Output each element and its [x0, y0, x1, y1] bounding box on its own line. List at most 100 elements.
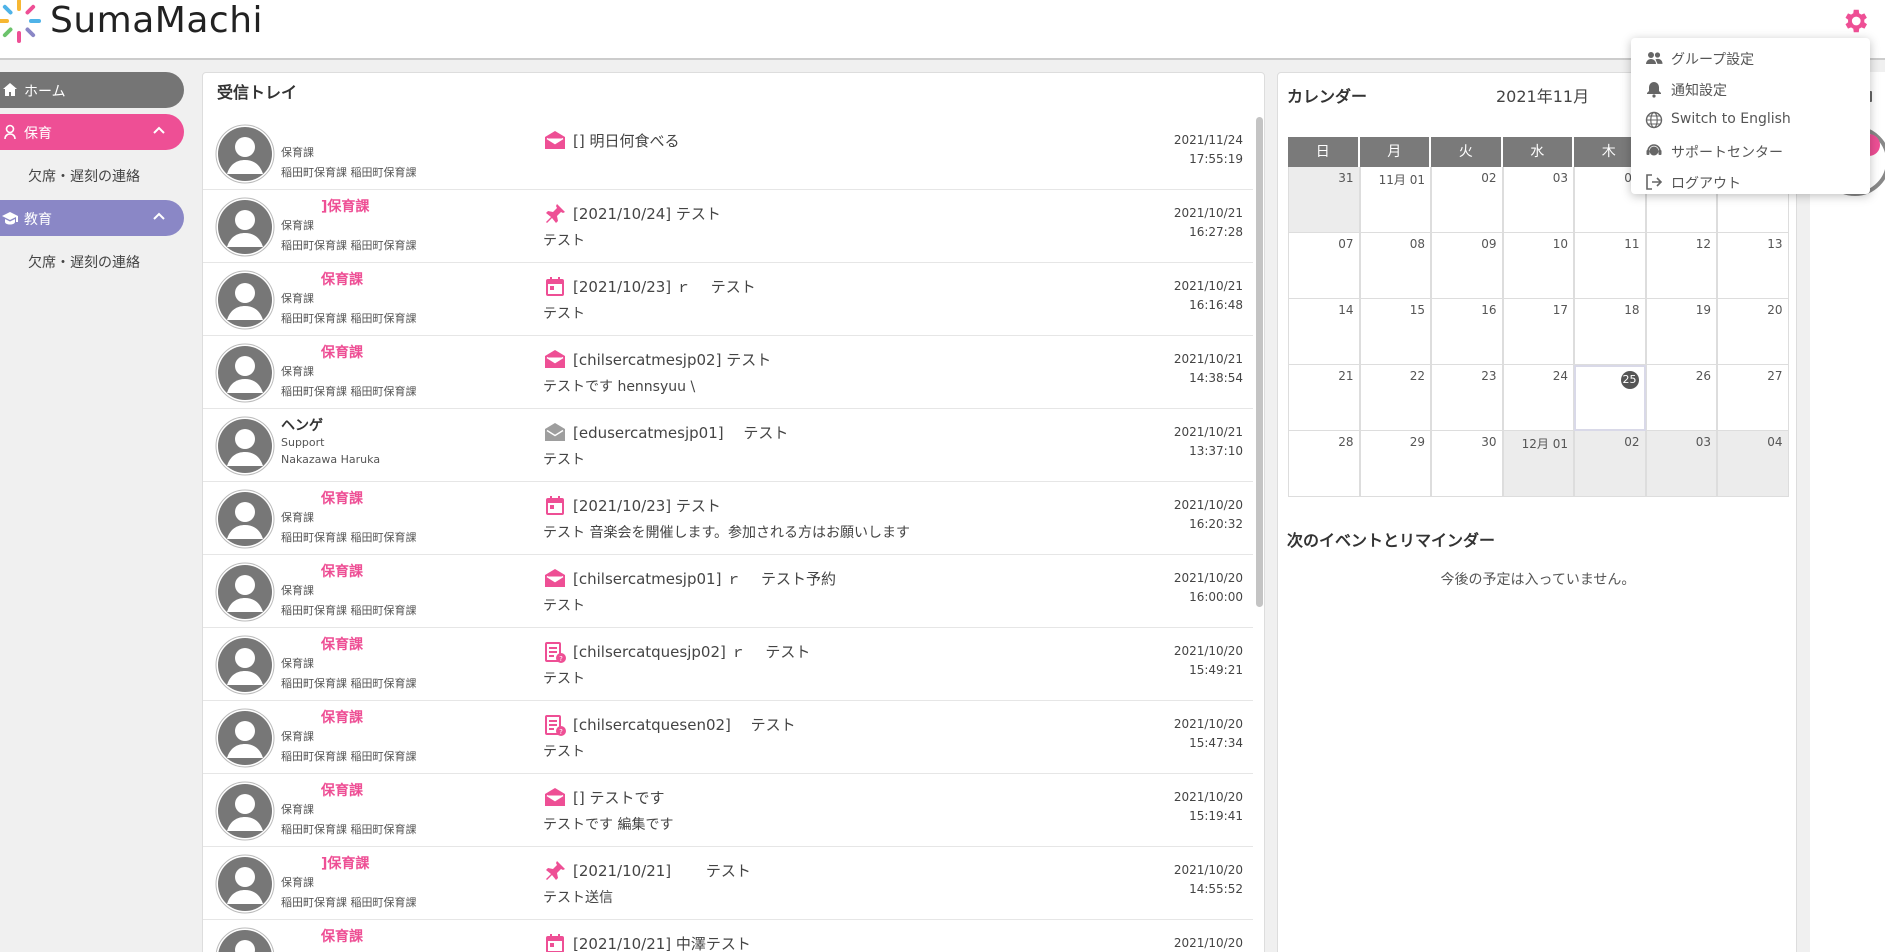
message-row[interactable]: 保育課 保育課 稲田町保育課 稲田町保育課? [chilsercatquesen02]… [203, 701, 1253, 774]
message-preview: テストです 編集です [543, 817, 674, 833]
calendar-day[interactable]: 26 [1645, 365, 1717, 431]
menu-item-support[interactable]: サポートセンター [1631, 135, 1870, 166]
envelope-open-gray-icon [543, 421, 567, 445]
calendar-day[interactable]: 17 [1502, 299, 1574, 365]
message-row[interactable]: 保育課 保育課 稲田町保育課 稲田町保育課 [] テストです テストです 編集です 202… [203, 774, 1253, 847]
calendar-day[interactable]: 11 [1574, 233, 1646, 299]
sender-name [281, 123, 491, 141]
calendar-day[interactable]: 29 [1359, 431, 1431, 497]
sidebar-item-label: ホーム [24, 84, 66, 100]
calendar-day[interactable]: 30 [1431, 431, 1503, 497]
calendar-day[interactable]: 23 [1431, 365, 1503, 431]
calendar-day[interactable]: 04 [1717, 431, 1789, 497]
today-marker: 25 [1620, 371, 1639, 389]
sidebar-item-kyoiku[interactable]: 教育 [0, 200, 184, 236]
message-date: 2021/10/20 [1173, 790, 1243, 804]
calendar-day[interactable]: 03 [1502, 167, 1574, 233]
sender-organization: Nakazawa Haruka [281, 453, 381, 466]
message-time: 16:27:28 [1189, 225, 1243, 239]
calendar-month: 2021年11月 [1496, 87, 1590, 106]
menu-item-bell[interactable]: 通知設定 [1631, 73, 1870, 104]
calendar-day[interactable]: 24 [1502, 365, 1574, 431]
sender-name: 保育課 [321, 491, 363, 507]
calendar-day[interactable]: 22 [1359, 365, 1431, 431]
calendar-day[interactable]: 11月 01 [1359, 167, 1431, 233]
calendar-day[interactable]: 31 [1288, 167, 1360, 233]
sender-name: 保育課 [321, 637, 363, 653]
sidebar-item-hoiku[interactable]: 保育 [0, 114, 184, 150]
calendar-weekday: 火 [1431, 137, 1503, 167]
calendar-day[interactable]: 02 [1574, 431, 1646, 497]
message-subject: [] 明日何食べる [573, 132, 680, 150]
message-subject: [chilsercatquesjp02] ｒ テスト [573, 643, 811, 661]
message-preview: テスト 音楽会を開催します。参加される方はお願いします [543, 525, 911, 541]
message-row[interactable]: ヘンゲ Support Nakazawa Haruka [edusercatmesjp… [203, 409, 1253, 482]
calendar-day[interactable]: 28 [1288, 431, 1360, 497]
sidebar-subitem-absence-kyoiku[interactable]: 欠席・遅刻の連絡 [0, 242, 190, 280]
sender-avatar-icon [215, 197, 275, 257]
message-row[interactable]: ]保育課 保育課 稲田町保育課 稲田町保育課 [2021/10/21] テスト テスト送… [203, 847, 1253, 920]
message-row[interactable]: 保育課 [2021/10/21] 中澤テスト 2021/10/20 [203, 920, 1253, 952]
message-time: 16:00:00 [1189, 590, 1243, 604]
message-row[interactable]: ]保育課 保育課 稲田町保育課 稲田町保育課 [2021/10/24] テスト テスト 2… [203, 190, 1253, 263]
message-row[interactable]: 保育課 保育課 稲田町保育課 稲田町保育課 [chilsercatmesjp02] テ… [203, 336, 1253, 409]
message-row[interactable]: 保育課 保育課 稲田町保育課 稲田町保育課? [chilsercatquesjp02]… [203, 628, 1253, 701]
calendar-day[interactable]: 08 [1359, 233, 1431, 299]
calendar-icon [543, 932, 567, 952]
calendar-day[interactable]: 09 [1431, 233, 1503, 299]
sender-organization: 稲田町保育課 稲田町保育課 [281, 385, 417, 398]
calendar-day-today[interactable]: 25 [1574, 365, 1646, 431]
calendar-day[interactable]: 27 [1717, 365, 1789, 431]
envelope-open-icon [543, 567, 567, 591]
message-preview: テスト [543, 598, 585, 614]
calendar-day[interactable]: 21 [1288, 365, 1360, 431]
calendar-day[interactable]: 03 [1645, 431, 1717, 497]
menu-item-globe[interactable]: Switch to English [1631, 104, 1870, 135]
calendar-day[interactable]: 02 [1431, 167, 1503, 233]
sender-avatar-icon [215, 562, 275, 622]
sender-name: ]保育課 [321, 856, 370, 872]
menu-item-logout[interactable]: ログアウト [1631, 166, 1870, 197]
calendar-day[interactable]: 12月 01 [1502, 431, 1574, 497]
menu-item-group[interactable]: グループ設定 [1631, 42, 1870, 73]
calendar-day[interactable]: 13 [1717, 233, 1789, 299]
calendar-day[interactable]: 07 [1288, 233, 1360, 299]
message-time: 15:49:21 [1189, 663, 1243, 677]
message-date: 2021/10/20 [1173, 571, 1243, 585]
sender-department: 保育課 [281, 584, 314, 597]
calendar-day[interactable]: 19 [1645, 299, 1717, 365]
message-row[interactable]: 保育課 保育課 稲田町保育課 稲田町保育課 [chilsercatmesjp01] ｒ… [203, 555, 1253, 628]
message-subject: [2021/10/24] テスト [573, 205, 721, 223]
calendar-day[interactable]: 15 [1359, 299, 1431, 365]
calendar-day[interactable]: 16 [1431, 299, 1503, 365]
message-row[interactable]: 保育課 保育課 稲田町保育課 稲田町保育課 [2021/10/23] ｒ テスト テスト… [203, 263, 1253, 336]
message-time: 13:37:10 [1189, 444, 1243, 458]
sidebar-subitem-absence-hoiku[interactable]: 欠席・遅刻の連絡 [0, 156, 190, 194]
chevron-up-icon[interactable] [152, 124, 166, 138]
gear-icon[interactable] [1840, 6, 1870, 36]
sidebar-item-home[interactable]: ホーム [0, 72, 184, 108]
message-preview: テスト送信 [543, 890, 613, 906]
calendar-day[interactable]: 14 [1288, 299, 1360, 365]
message-date: 2021/10/20 [1173, 717, 1243, 731]
svg-text:?: ? [559, 655, 563, 663]
sender-avatar-icon [215, 270, 275, 330]
calendar-day[interactable]: 10 [1502, 233, 1574, 299]
message-row[interactable]: 保育課 保育課 稲田町保育課 稲田町保育課 [2021/10/23] テスト テスト 音… [203, 482, 1253, 555]
calendar-day[interactable]: 20 [1717, 299, 1789, 365]
inbox-scrollbar[interactable] [1256, 117, 1263, 607]
calendar-day[interactable]: 12 [1645, 233, 1717, 299]
chevron-up-icon[interactable] [152, 210, 166, 224]
calendar-panel: カレンダー 2021年11月 日月火水木金土 3111月 01020304050… [1277, 72, 1797, 952]
message-subject: [2021/10/23] ｒ テスト [573, 278, 756, 296]
sidebar-item-label: 教育 [24, 212, 52, 228]
svg-text:?: ? [559, 728, 563, 736]
sender-name: 保育課 [321, 272, 363, 288]
message-timestamp: 2021/10/21 16:16:48 [1174, 277, 1243, 315]
message-row[interactable]: 保育課 稲田町保育課 稲田町保育課 [] 明日何食べる 2021/11/24 17:55… [203, 117, 1253, 190]
app-logo[interactable]: SumaMachi [0, 0, 263, 46]
calendar-day[interactable]: 18 [1574, 299, 1646, 365]
message-time: 15:47:34 [1189, 736, 1243, 750]
sender-info: 保育課 [281, 926, 491, 948]
message-time: 14:38:54 [1189, 371, 1243, 385]
